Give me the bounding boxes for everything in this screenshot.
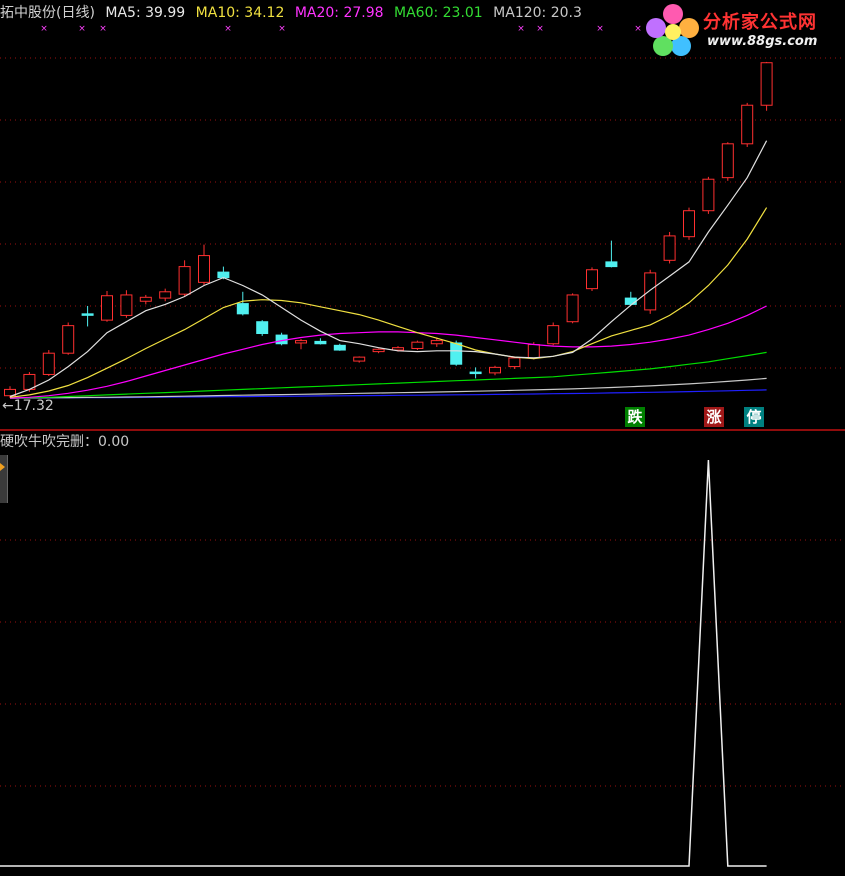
- mark-glyph: ×: [517, 24, 525, 34]
- candle-body: [721, 143, 734, 179]
- candle-body: [295, 340, 307, 344]
- candle-body: [489, 366, 501, 374]
- candle-body: [198, 255, 210, 283]
- mark-glyph: ×: [224, 24, 232, 34]
- candle-body: [256, 321, 269, 335]
- candle-body: [217, 271, 230, 279]
- candle-body: [760, 62, 773, 106]
- mark-glyph: ×: [99, 24, 107, 34]
- side-panel-toggle[interactable]: [0, 455, 8, 503]
- ma5-label: MA5: 39.99: [105, 5, 186, 21]
- indicator-series-line: [0, 459, 767, 867]
- top-marks: × × × × × × × × ×: [40, 24, 642, 34]
- mark-glyph: ×: [78, 24, 86, 34]
- ma20-label: MA20: 27.98: [294, 5, 384, 21]
- candle-body: [605, 261, 618, 268]
- flower-logo-icon: [646, 4, 699, 56]
- candle-body: [566, 294, 579, 323]
- logo-name: 分析家公式网: [703, 12, 817, 33]
- mark-glyph: ×: [40, 24, 48, 34]
- candle-body: [430, 340, 443, 345]
- expand-arrow-icon: [0, 463, 5, 471]
- candle-body: [644, 272, 657, 311]
- indicator-title: 硬吹牛吹完删：0.00: [0, 434, 130, 450]
- candle-body: [741, 104, 754, 145]
- candle-body: [702, 178, 715, 212]
- candle-body: [236, 303, 249, 315]
- signal-badge-halt: 停: [744, 407, 764, 427]
- candle-body: [372, 348, 385, 353]
- stock-name: 拓中股份(日线): [0, 5, 95, 21]
- candle-body: [353, 356, 366, 362]
- candle-body: [411, 341, 424, 349]
- candle-body: [547, 325, 560, 345]
- mark-glyph: ×: [634, 24, 642, 34]
- candle-body: [62, 325, 75, 354]
- ma120-label: MA120: 20.3: [493, 5, 582, 21]
- lowest-price-label: ←17.32: [2, 398, 54, 414]
- logo-url: www.88gs.com: [707, 34, 818, 49]
- mark-glyph: ×: [536, 24, 544, 34]
- moving-average-lines: [9, 140, 768, 399]
- candle-body: [586, 269, 598, 290]
- candle-body: [624, 297, 637, 305]
- candle-body: [159, 291, 172, 299]
- mark-glyph: ×: [596, 24, 604, 34]
- candle-body: [333, 344, 346, 351]
- stock-chart-window: × × × × × × × × × 拓中股份(日线) MA5: 39.99 MA10: 34.1…: [0, 0, 845, 876]
- ma20-line: [9, 305, 767, 399]
- candle-body: [314, 340, 327, 345]
- ma10-label: MA10: 34.12: [195, 5, 285, 21]
- candlestick-series: [4, 61, 773, 398]
- candle-body: [508, 357, 521, 368]
- indicator-line: [0, 459, 767, 867]
- candle-body: [683, 210, 695, 238]
- candle-body: [450, 342, 463, 365]
- candle-body: [178, 266, 191, 295]
- site-logo: 分析家公式网 www.88gs.com: [645, 2, 845, 56]
- candle-body: [101, 295, 113, 321]
- candle-body: [81, 313, 94, 316]
- candle-body: [469, 371, 482, 375]
- signal-badge-fall: 跌: [625, 407, 645, 427]
- candle-body: [120, 294, 133, 316]
- ma60-label: MA60: 23.01: [394, 5, 483, 21]
- header-bar: 拓中股份(日线) MA5: 39.99 MA10: 34.12 MA20: 27…: [0, 4, 588, 22]
- ma60-line: [9, 351, 767, 399]
- signal-badge-rise: 涨: [704, 407, 724, 427]
- candle-body: [663, 235, 676, 261]
- ma5-line: [9, 140, 768, 398]
- candle-body: [527, 344, 540, 359]
- candle-body: [139, 296, 152, 302]
- candle-body: [42, 352, 55, 375]
- mark-glyph: ×: [278, 24, 286, 34]
